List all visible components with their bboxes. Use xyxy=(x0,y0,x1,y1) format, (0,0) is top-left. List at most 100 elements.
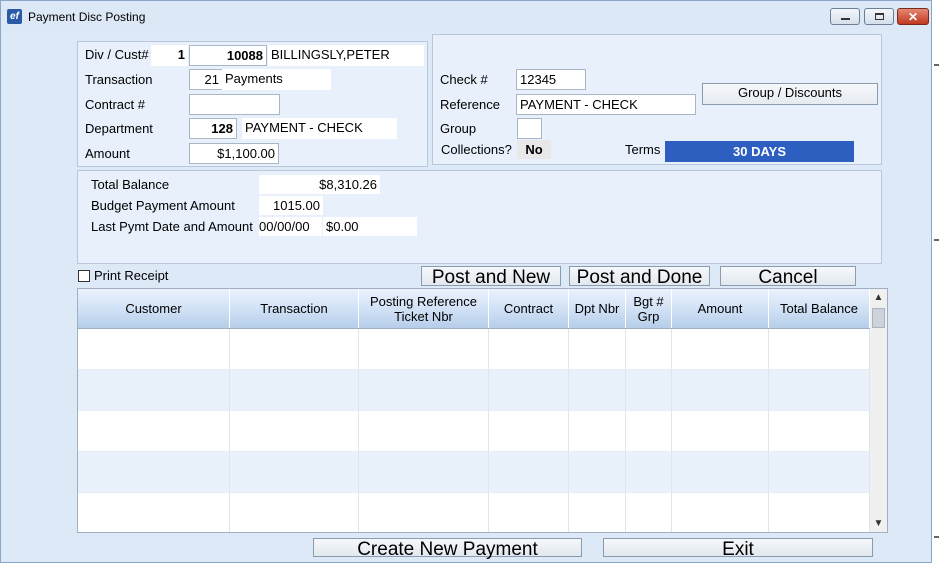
background-window-edge xyxy=(934,64,939,66)
cell-contract[interactable] xyxy=(489,370,569,411)
close-button[interactable]: ✕ xyxy=(897,8,929,25)
table-row[interactable] xyxy=(78,452,870,493)
scroll-down-arrow-icon[interactable]: ▼ xyxy=(870,515,887,532)
column-header-contract[interactable]: Contract xyxy=(489,289,569,328)
cell-contract[interactable] xyxy=(489,411,569,452)
cell-posting-reference[interactable] xyxy=(359,452,489,493)
transaction-label: Transaction xyxy=(85,72,153,87)
cell-contract[interactable] xyxy=(489,452,569,493)
column-header-label: Transaction xyxy=(260,301,328,316)
contract-field[interactable] xyxy=(189,94,280,115)
cell-customer[interactable] xyxy=(78,493,230,532)
cell-transaction[interactable] xyxy=(230,370,359,411)
contract-label: Contract # xyxy=(85,97,145,112)
cell-bgt-grp[interactable] xyxy=(626,411,672,452)
column-header-label-line2: Grp xyxy=(637,308,660,324)
cancel-button[interactable]: Cancel xyxy=(720,266,856,287)
vertical-scrollbar[interactable]: ▲ ▼ xyxy=(870,289,887,532)
cell-posting-reference[interactable] xyxy=(359,370,489,411)
transaction-code-field[interactable]: 21 xyxy=(189,69,223,90)
div-field[interactable]: 1 xyxy=(151,45,188,66)
column-header-bgt-grp[interactable]: Bgt # Grp xyxy=(626,289,672,328)
cell-amount[interactable] xyxy=(672,452,769,493)
cell-bgt-grp[interactable] xyxy=(626,370,672,411)
cell-dpt-nbr[interactable] xyxy=(569,370,626,411)
terms-value: 30 DAYS xyxy=(665,141,854,162)
cell-posting-reference[interactable] xyxy=(359,411,489,452)
customer-name: BILLINGSLY,PETER xyxy=(268,45,424,66)
cell-total-balance[interactable] xyxy=(769,493,870,532)
cell-transaction[interactable] xyxy=(230,493,359,532)
collections-value[interactable]: No xyxy=(517,140,551,159)
cell-bgt-grp[interactable] xyxy=(626,329,672,370)
cell-total-balance[interactable] xyxy=(769,370,870,411)
cell-amount[interactable] xyxy=(672,370,769,411)
column-header-posting-reference[interactable]: Posting Reference Ticket Nbr xyxy=(359,289,489,328)
cell-customer[interactable] xyxy=(78,329,230,370)
cell-total-balance[interactable] xyxy=(769,411,870,452)
table-row[interactable] xyxy=(78,370,870,411)
transaction-description: Payments xyxy=(222,69,331,90)
column-header-label: Contract xyxy=(503,301,554,316)
check-number-field[interactable]: 12345 xyxy=(516,69,586,90)
cell-posting-reference[interactable] xyxy=(359,329,489,370)
column-header-label: Posting Reference xyxy=(370,293,477,309)
column-header-label: Dpt Nbr xyxy=(574,301,620,316)
amount-label: Amount xyxy=(85,146,130,161)
minimize-icon xyxy=(840,18,850,20)
background-window-edge xyxy=(934,239,939,241)
reference-label: Reference xyxy=(440,97,500,112)
payment-disc-posting-window: ef Payment Disc Posting ✕ Div / Cust# 1 … xyxy=(0,0,932,563)
minimize-button[interactable] xyxy=(830,8,860,25)
cell-dpt-nbr[interactable] xyxy=(569,452,626,493)
budget-payment-label: Budget Payment Amount xyxy=(91,198,235,213)
cell-customer[interactable] xyxy=(78,411,230,452)
amount-field[interactable]: $1,100.00 xyxy=(189,143,279,164)
cell-posting-reference[interactable] xyxy=(359,493,489,532)
exit-button[interactable]: Exit xyxy=(603,538,873,559)
cell-dpt-nbr[interactable] xyxy=(569,411,626,452)
cell-customer[interactable] xyxy=(78,452,230,493)
cell-amount[interactable] xyxy=(672,493,769,532)
department-code-field[interactable]: 128 xyxy=(189,118,237,139)
cell-transaction[interactable] xyxy=(230,452,359,493)
column-header-total-balance[interactable]: Total Balance xyxy=(769,289,870,328)
post-and-done-button[interactable]: Post and Done xyxy=(569,266,710,287)
column-header-label: Amount xyxy=(697,301,743,316)
last-payment-label: Last Pymt Date and Amount xyxy=(91,219,253,234)
table-row[interactable] xyxy=(78,493,870,532)
reference-field[interactable]: PAYMENT - CHECK xyxy=(516,94,696,115)
cell-total-balance[interactable] xyxy=(769,452,870,493)
column-header-dpt-nbr[interactable]: Dpt Nbr xyxy=(569,289,626,328)
group-discounts-button[interactable]: Group / Discounts xyxy=(702,83,878,105)
group-field[interactable] xyxy=(517,118,542,139)
scroll-thumb[interactable] xyxy=(872,308,885,328)
cell-dpt-nbr[interactable] xyxy=(569,329,626,370)
cell-total-balance[interactable] xyxy=(769,329,870,370)
maximize-button[interactable] xyxy=(864,8,894,25)
cell-contract[interactable] xyxy=(489,493,569,532)
customer-number-field[interactable]: 10088 xyxy=(189,45,267,66)
column-header-amount[interactable]: Amount xyxy=(672,289,769,328)
cell-transaction[interactable] xyxy=(230,411,359,452)
column-header-transaction[interactable]: Transaction xyxy=(230,289,359,328)
column-header-label-line2: Ticket Nbr xyxy=(394,308,453,324)
scroll-up-arrow-icon[interactable]: ▲ xyxy=(870,289,887,306)
column-header-customer[interactable]: Customer xyxy=(78,289,230,328)
table-row[interactable] xyxy=(78,329,870,370)
cell-transaction[interactable] xyxy=(230,329,359,370)
cell-amount[interactable] xyxy=(672,411,769,452)
table-row[interactable] xyxy=(78,411,870,452)
cell-dpt-nbr[interactable] xyxy=(569,493,626,532)
last-payment-amount: $0.00 xyxy=(323,217,417,236)
post-and-new-button[interactable]: Post and New xyxy=(421,266,561,287)
grid-header: Customer Transaction Posting Reference Ti… xyxy=(78,289,870,329)
cell-bgt-grp[interactable] xyxy=(626,493,672,532)
payments-grid[interactable]: Customer Transaction Posting Reference Ti… xyxy=(77,288,888,533)
print-receipt-checkbox[interactable] xyxy=(78,270,90,282)
cell-bgt-grp[interactable] xyxy=(626,452,672,493)
cell-customer[interactable] xyxy=(78,370,230,411)
cell-contract[interactable] xyxy=(489,329,569,370)
create-new-payment-button[interactable]: Create New Payment xyxy=(313,538,582,559)
cell-amount[interactable] xyxy=(672,329,769,370)
